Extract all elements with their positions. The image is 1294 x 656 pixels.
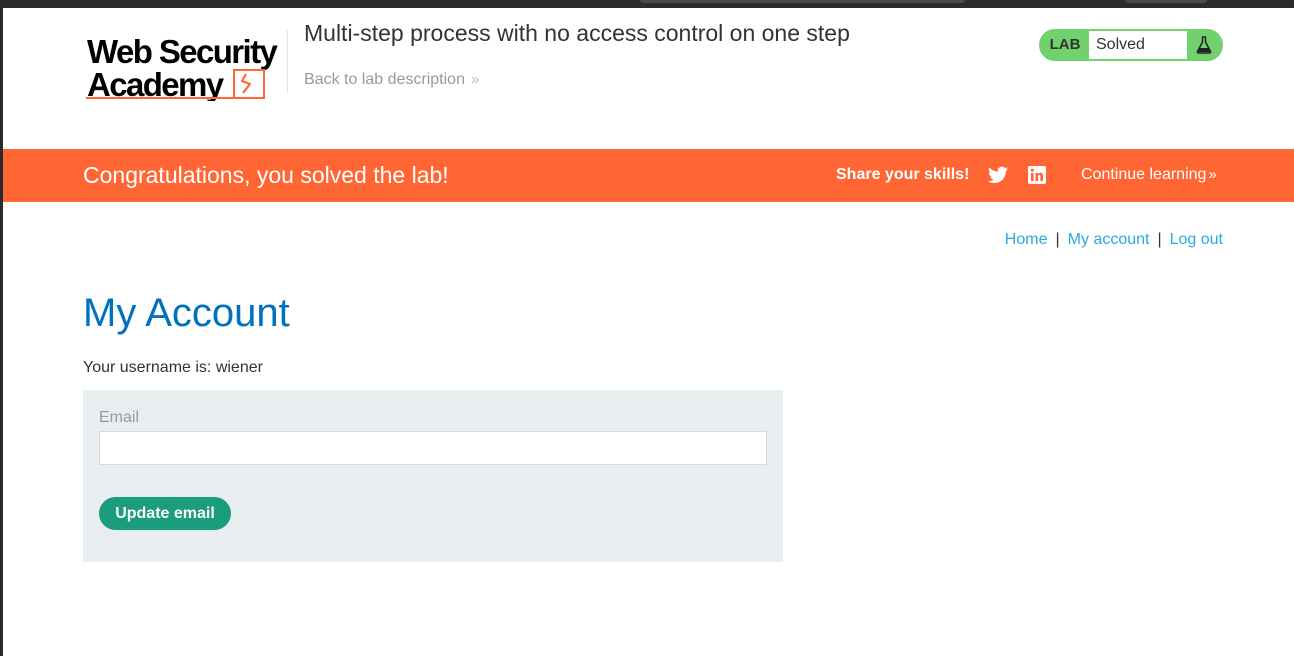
nav-my-account-link[interactable]: My account [1068,231,1150,248]
solved-banner: Congratulations, you solved the lab! Sha… [3,149,1294,202]
logo-divider [287,30,288,92]
update-email-button[interactable]: Update email [99,497,231,530]
email-label: Email [99,409,140,426]
back-link-label: Back to lab description [304,71,465,88]
share-skills-label: Share your skills! [836,166,970,183]
double-chevron-right-icon: » [1208,166,1217,183]
account-nav: Home | My account | Log out [1005,231,1223,249]
logo-line-2: Academy [87,66,225,101]
continue-learning-link[interactable]: Continue learning» [1081,166,1217,184]
lab-status-state: Solved [1089,31,1187,59]
nav-separator: | [1055,231,1060,248]
web-security-academy-logo[interactable]: Web Security Academy [83,26,288,103]
congratulations-message: Congratulations, you solved the lab! [83,162,449,188]
nav-home-link[interactable]: Home [1005,231,1048,248]
nav-separator: | [1157,231,1162,248]
lab-status-label: LAB [1049,36,1081,53]
browser-tab-strip [640,0,965,3]
logo-graphic: Web Security Academy [86,33,280,103]
username-text: Your username is: wiener [83,359,263,376]
logo-line-1: Web Security [87,33,279,70]
update-email-form: Email Update email [83,390,783,562]
page-title: My Account [83,291,290,335]
twitter-icon[interactable] [988,166,1008,184]
browser-top-edge [0,0,1294,8]
linkedin-icon[interactable] [1028,166,1046,184]
nav-log-out-link[interactable]: Log out [1170,231,1223,248]
email-input[interactable] [99,431,767,465]
double-chevron-right-icon: » [470,71,480,88]
lab-status-widget[interactable]: LAB Solved [1039,29,1223,61]
lab-title: Multi-step process with no access contro… [304,20,850,46]
page: Web Security Academy Multi-step process … [3,8,1294,656]
continue-learning-label: Continue learning [1081,166,1207,183]
flask-icon [1187,31,1221,59]
back-to-lab-description-link[interactable]: Back to lab description » [304,71,479,89]
browser-tab-strip [1125,0,1207,3]
